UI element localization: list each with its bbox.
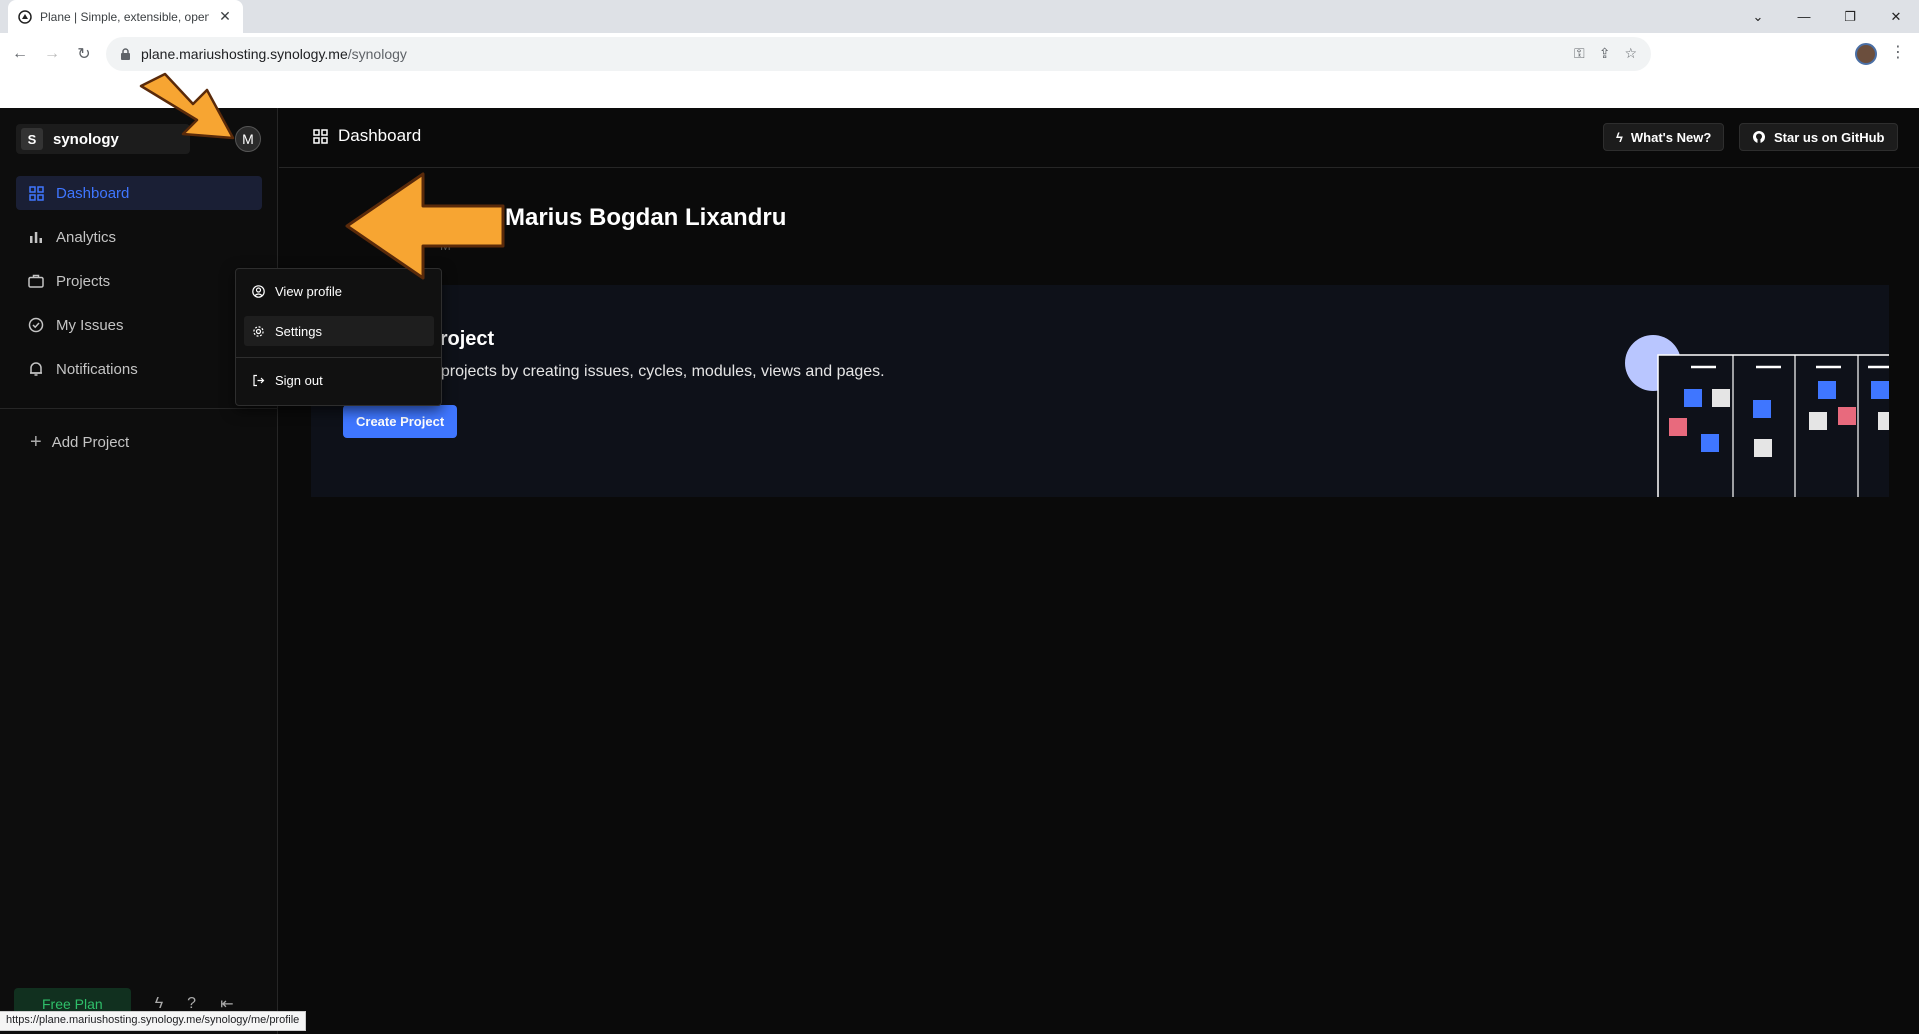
add-project-button[interactable]: + Add Project	[30, 431, 129, 454]
sidebar-item-label: Projects	[56, 272, 111, 290]
sidebar-item-label: Analytics	[56, 228, 117, 246]
kanban-illustration	[1625, 335, 1889, 497]
menu-item-view-profile[interactable]: View profile	[244, 276, 434, 306]
sidebar-item-label: Dashboard	[56, 184, 130, 202]
reload-icon[interactable]: ↻	[72, 42, 96, 66]
sidebar-item-projects[interactable]: Projects	[16, 264, 262, 298]
gear-icon	[253, 325, 264, 337]
check-circle-icon	[28, 317, 44, 333]
menu-item-sign-out[interactable]: Sign out	[244, 365, 434, 395]
workspace-badge: S	[21, 128, 43, 150]
browser-toolbar: ← → ↻ plane.mariushosting.synology.me/sy…	[0, 33, 1919, 75]
menu-item-label: Settings	[275, 323, 322, 339]
window-controls: ⌄ — ❐ ✕	[1735, 0, 1919, 33]
profile-dropdown-menu: View profile Settings Sign out	[235, 268, 442, 406]
lock-icon	[121, 47, 130, 60]
briefcase-icon	[28, 273, 44, 289]
github-button[interactable]: Star us on GitHub	[1739, 123, 1898, 151]
workspace-name: synology	[53, 130, 119, 148]
page-title: Dashboard	[313, 126, 421, 146]
sidebar-nav: Dashboard Analytics Projects My Issues N…	[16, 176, 262, 396]
sidebar-item-dashboard[interactable]: Dashboard	[16, 176, 262, 210]
app-root: S synology M Dashboard Analytics Project…	[0, 108, 1919, 1034]
browser-tab[interactable]: Plane | Simple, extensible, open- ✕	[8, 0, 243, 33]
user-avatar-button[interactable]: M	[235, 126, 261, 152]
forward-icon[interactable]: →	[40, 42, 64, 66]
browser-menu-icon[interactable]: ⋮	[1890, 42, 1906, 62]
grid-icon	[28, 185, 44, 201]
whats-new-label: What's New?	[1630, 129, 1712, 145]
sign-out-icon	[253, 374, 265, 386]
menu-item-label: Sign out	[275, 372, 323, 388]
menu-divider	[236, 357, 441, 358]
minimize-icon[interactable]: —	[1781, 0, 1827, 33]
plus-icon: +	[30, 431, 42, 453]
github-icon	[1753, 131, 1765, 143]
key-icon[interactable]: ⚿	[1574, 45, 1585, 62]
greeting-name: Marius Bogdan Lixandru	[505, 204, 787, 231]
restore-icon[interactable]: ❐	[1827, 0, 1873, 33]
sidebar-divider	[0, 408, 278, 409]
close-window-icon[interactable]: ✕	[1873, 0, 1919, 33]
main-header: Dashboard ϟ What's New? Star us on GitHu…	[279, 108, 1919, 168]
star-icon[interactable]: ☆	[1624, 45, 1637, 62]
sidebar-item-notifications[interactable]: Notifications	[16, 352, 262, 386]
share-icon[interactable]: ⇪	[1599, 45, 1611, 62]
tab-search-icon[interactable]: ⌄	[1735, 0, 1781, 33]
tab-title: Plane | Simple, extensible, open-	[40, 9, 209, 24]
create-project-button[interactable]: Create Project	[343, 405, 458, 438]
bell-icon	[28, 361, 44, 377]
sidebar: S synology M Dashboard Analytics Project…	[0, 108, 278, 1034]
tab-close-icon[interactable]: ✕	[217, 8, 233, 25]
page-title-text: Dashboard	[338, 126, 422, 145]
menu-item-label: View profile	[275, 283, 342, 299]
create-project-card: Create a project Manage your projects by…	[311, 285, 1889, 497]
greeting-subtitle: M	[440, 238, 451, 253]
browser-tab-bar: Plane | Simple, extensible, open- ✕ ⌄ — …	[0, 0, 1919, 33]
browser-profile-avatar[interactable]	[1855, 43, 1877, 65]
github-label: Star us on GitHub	[1774, 129, 1885, 145]
page-top-strip	[0, 75, 1919, 108]
workspace-switcher[interactable]: S synology	[16, 124, 190, 154]
status-bar-url: https://plane.mariushosting.synology.me/…	[0, 1011, 307, 1031]
sidebar-item-label: Notifications	[56, 360, 138, 378]
sidebar-item-my-issues[interactable]: My Issues	[16, 308, 262, 342]
sidebar-item-analytics[interactable]: Analytics	[16, 220, 262, 254]
back-icon[interactable]: ←	[8, 42, 32, 66]
sidebar-item-label: My Issues	[56, 316, 124, 334]
bar-chart-icon	[28, 229, 44, 245]
menu-item-settings[interactable]: Settings	[244, 316, 434, 346]
address-bar[interactable]: plane.mariushosting.synology.me/synology…	[106, 37, 1651, 71]
add-project-label: Add Project	[51, 434, 130, 451]
user-circle-icon	[252, 284, 265, 298]
grid-icon	[313, 128, 328, 144]
url-text: plane.mariushosting.synology.me/synology	[141, 46, 407, 62]
whats-new-button[interactable]: ϟ What's New?	[1603, 123, 1725, 151]
site-favicon-icon	[18, 9, 32, 24]
lightning-icon: ϟ	[1616, 129, 1623, 145]
